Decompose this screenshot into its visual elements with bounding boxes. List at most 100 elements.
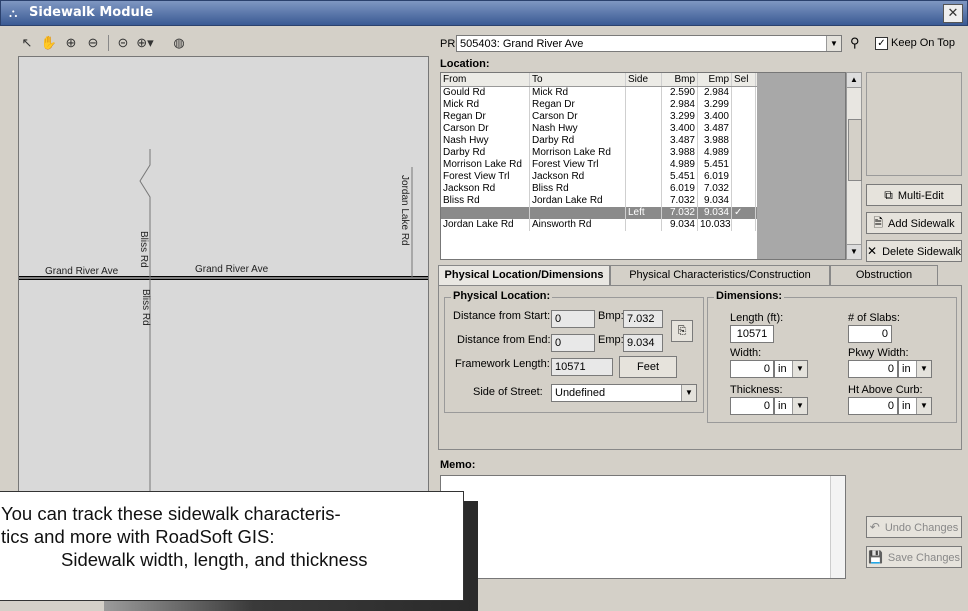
cell-from: [441, 207, 530, 219]
dist-start-label: Distance from Start:: [453, 310, 551, 322]
col-bmp[interactable]: Bmp: [662, 73, 698, 86]
memo-scrollbar[interactable]: [830, 476, 845, 578]
globe-icon[interactable]: ◍: [170, 34, 188, 52]
ht-above-curb-field[interactable]: 0: [848, 397, 898, 415]
cell-sel: [732, 219, 756, 231]
preview-panel: [866, 72, 962, 176]
multi-edit-icon: ⧉: [884, 188, 893, 202]
cell-sel: [732, 87, 756, 99]
table-row[interactable]: Gould Rd Mick Rd 2.590 2.984: [441, 87, 757, 99]
pointer-icon[interactable]: ↖: [18, 34, 36, 52]
grid-scrollbar[interactable]: ▲ ▼: [846, 72, 862, 260]
zoom-out-icon[interactable]: ⊖: [84, 34, 102, 52]
table-row[interactable]: Mick Rd Regan Dr 2.984 3.299: [441, 99, 757, 111]
table-row[interactable]: Regan Dr Carson Dr 3.299 3.400: [441, 111, 757, 123]
table-row[interactable]: Left 7.032 9.034 ✓: [441, 207, 757, 219]
pkwy-width-field[interactable]: 0: [848, 360, 898, 378]
col-side[interactable]: Side: [626, 73, 662, 86]
col-sel[interactable]: Sel: [732, 73, 756, 86]
cell-from: Jordan Lake Rd: [441, 219, 530, 231]
grid-rows: Gould Rd Mick Rd 2.590 2.984 Mick Rd Regan Dr…: [441, 87, 757, 231]
tab-obstruction[interactable]: Obstruction: [830, 265, 938, 285]
length-field[interactable]: 10571: [730, 325, 774, 343]
col-from[interactable]: From: [441, 73, 530, 86]
delete-sidewalk-button[interactable]: ✕ Delete Sidewalk: [866, 240, 962, 262]
dist-start-field[interactable]: 0: [551, 310, 595, 328]
cell-sel: [732, 183, 756, 195]
cell-from: Nash Hwy: [441, 135, 530, 147]
cell-to: Jackson Rd: [530, 171, 626, 183]
close-button[interactable]: ✕: [943, 4, 963, 23]
thickness-unit-select[interactable]: in ▼: [774, 397, 808, 415]
table-row[interactable]: Jordan Lake Rd Ainsworth Rd 9.034 10.033: [441, 219, 757, 231]
table-row[interactable]: Forest View Trl Jackson Rd 5.451 6.019: [441, 171, 757, 183]
cell-emp: 6.019: [698, 171, 732, 183]
curb-unit-select[interactable]: in ▼: [898, 397, 932, 415]
cell-from: Forest View Trl: [441, 171, 530, 183]
emp-field[interactable]: 9.034: [623, 334, 663, 352]
cell-bmp: 3.988: [662, 147, 698, 159]
cell-sel: [732, 171, 756, 183]
chevron-down-icon: ▼: [916, 398, 931, 414]
thickness-field[interactable]: 0: [730, 397, 774, 415]
chevron-down-icon: ▼: [792, 361, 807, 377]
framework-length-label: Framework Length:: [455, 358, 550, 370]
scroll-up-icon[interactable]: ▲: [847, 73, 861, 88]
side-of-street-label: Side of Street:: [473, 386, 543, 398]
tab-physical-characteristics[interactable]: Physical Characteristics/Construction: [610, 265, 830, 285]
bmp-field[interactable]: 7.032: [623, 310, 663, 328]
width-field[interactable]: 0: [730, 360, 774, 378]
slabs-field[interactable]: 0: [848, 325, 892, 343]
cell-side: Left: [626, 207, 662, 219]
save-disk-icon: 💾: [867, 550, 883, 564]
binoculars-icon[interactable]: ⚲: [850, 35, 860, 51]
apply-mileposts-button[interactable]: ⎘: [671, 320, 693, 342]
cell-to: Regan Dr: [530, 99, 626, 111]
callout-line-3: Sidewalk width, length, and thickness: [61, 549, 368, 570]
cell-from: Morrison Lake Rd: [441, 159, 530, 171]
grand-river-ave-left-label: Grand River Ave: [45, 266, 119, 277]
table-row[interactable]: Darby Rd Morrison Lake Rd 3.988 4.989: [441, 147, 757, 159]
cell-side: [626, 183, 662, 195]
zoom-menu-icon[interactable]: ⊕▾: [136, 34, 154, 52]
add-document-icon: 🗎: [873, 216, 883, 230]
table-row[interactable]: Nash Hwy Darby Rd 3.487 3.988: [441, 135, 757, 147]
keep-on-top-checkbox[interactable]: ✓: [875, 37, 888, 50]
col-emp[interactable]: Emp: [698, 73, 732, 86]
feet-button[interactable]: Feet: [619, 356, 677, 378]
side-of-street-select[interactable]: Undefined ▼: [551, 384, 697, 402]
table-row[interactable]: Bliss Rd Jordan Lake Rd 7.032 9.034: [441, 195, 757, 207]
table-row[interactable]: Morrison Lake Rd Forest View Trl 4.989 5.45…: [441, 159, 757, 171]
zoom-extent-icon[interactable]: ⊝: [114, 34, 132, 52]
scroll-down-icon[interactable]: ▼: [847, 244, 861, 259]
cell-emp: 3.487: [698, 123, 732, 135]
add-sidewalk-button[interactable]: 🗎 Add Sidewalk: [866, 212, 962, 234]
location-label: Location:: [440, 58, 490, 70]
tab-physical-location[interactable]: Physical Location/Dimensions: [438, 265, 610, 286]
memo-textarea[interactable]: [440, 475, 846, 579]
pkwy-unit-select[interactable]: in ▼: [898, 360, 932, 378]
cell-from: Darby Rd: [441, 147, 530, 159]
cell-side: [626, 171, 662, 183]
framework-length-field[interactable]: 10571: [551, 358, 613, 376]
grid-header: From To Side Bmp Emp Sel: [441, 73, 757, 87]
cell-from: Bliss Rd: [441, 195, 530, 207]
cell-from: Carson Dr: [441, 123, 530, 135]
table-row[interactable]: Carson Dr Nash Hwy 3.400 3.487: [441, 123, 757, 135]
emp-label: Emp:: [598, 334, 624, 346]
width-unit-select[interactable]: in ▼: [774, 360, 808, 378]
pr-select[interactable]: 505403: Grand River Ave ▼: [456, 35, 842, 52]
add-sidewalk-label: Add Sidewalk: [888, 218, 955, 230]
table-row[interactable]: Jackson Rd Bliss Rd 6.019 7.032: [441, 183, 757, 195]
location-grid[interactable]: From To Side Bmp Emp Sel Gould Rd Mick Rd…: [440, 72, 846, 260]
pan-hand-icon[interactable]: ✋: [40, 34, 58, 52]
col-to[interactable]: To: [530, 73, 626, 86]
scroll-thumb[interactable]: [848, 119, 862, 181]
zoom-in-icon[interactable]: ⊕: [62, 34, 80, 52]
grand-river-ave-right-label: Grand River Ave: [195, 264, 269, 275]
undo-changes-button[interactable]: ↶ Undo Changes: [866, 516, 962, 538]
multi-edit-button[interactable]: ⧉ Multi-Edit: [866, 184, 962, 206]
cell-emp: 10.033: [700, 219, 732, 231]
save-changes-button[interactable]: 💾 Save Changes: [866, 546, 962, 568]
dist-end-field[interactable]: 0: [551, 334, 595, 352]
